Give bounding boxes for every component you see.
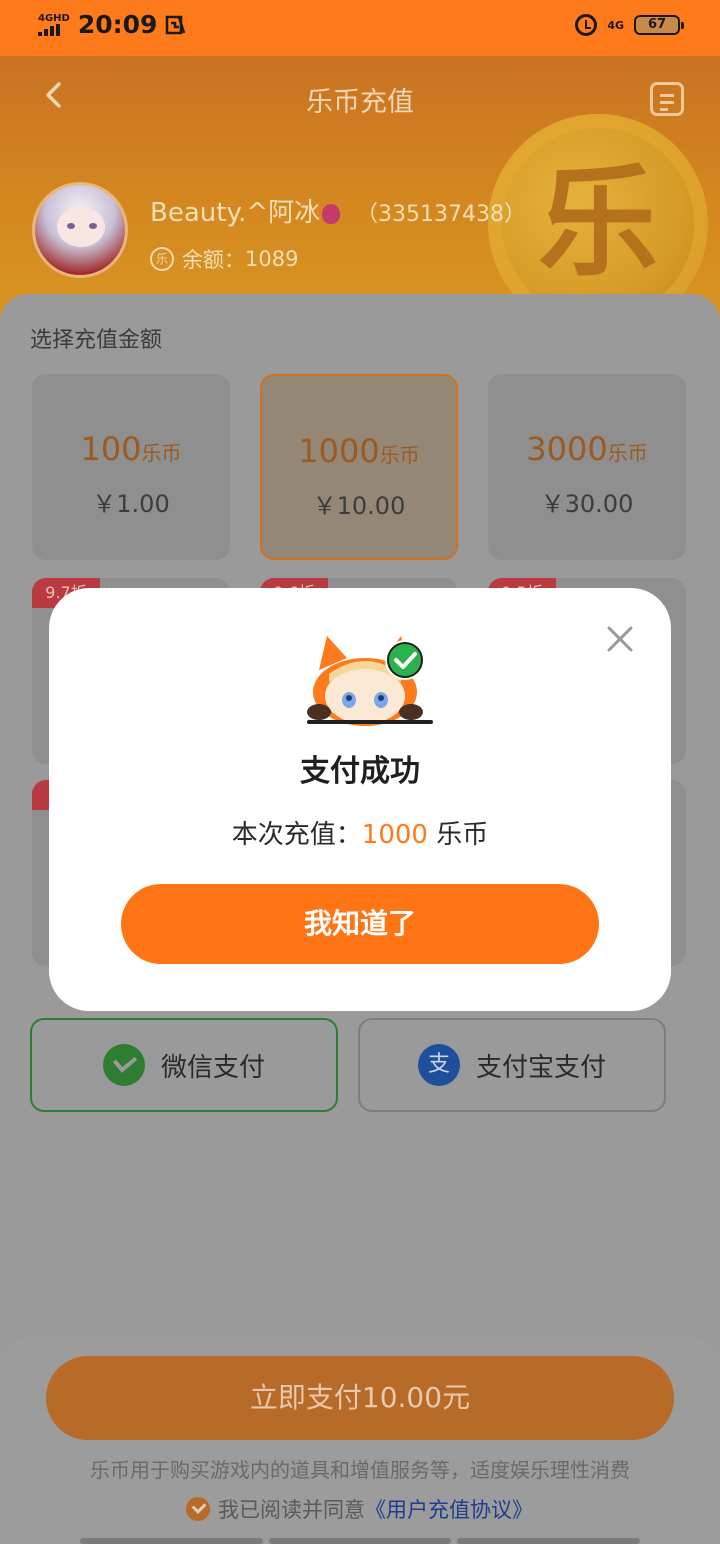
bottom-pay-bar: 立即支付10.00元 乐币用于购买游戏内的道具和增值服务等，适度娱乐理性消费 我… bbox=[0, 1338, 720, 1544]
mascot-success-icon bbox=[307, 636, 433, 726]
bottom-edge-shadow bbox=[80, 1538, 641, 1544]
status-left: 4GHD 20:09 bbox=[38, 10, 187, 39]
consumption-note: 乐币用于购买游戏内的道具和增值服务等，适度娱乐理性消费 bbox=[90, 1458, 630, 1482]
alarm-icon bbox=[575, 14, 598, 36]
dialog-message-amount: 1000 bbox=[361, 820, 428, 850]
balance-label: 余额： bbox=[182, 248, 245, 272]
user-id: （335137438） bbox=[356, 202, 526, 227]
wechat-pay-label: 微信支付 bbox=[160, 1052, 265, 1083]
balance-value: 1089 bbox=[245, 247, 299, 271]
dialog-title: 支付成功 bbox=[300, 754, 420, 789]
page-title: 乐币充值 bbox=[306, 87, 414, 118]
battery-icon: 67 bbox=[634, 15, 684, 35]
recharge-option-3000[interactable]: 3000乐币 ￥30.00 bbox=[488, 374, 686, 560]
wechat-pay-icon bbox=[102, 1044, 145, 1086]
option-price: ￥10.00 bbox=[312, 492, 406, 520]
option-price: ￥30.00 bbox=[540, 490, 634, 518]
option-amount: 100乐币 bbox=[80, 430, 182, 468]
agreement-link[interactable]: 《用户充值协议》 bbox=[365, 1494, 533, 1524]
records-icon[interactable] bbox=[650, 82, 684, 116]
coin-badge-icon: 乐 bbox=[150, 247, 174, 271]
balance-row: 乐 余额： 1089 bbox=[150, 244, 298, 274]
signal-bars-icon bbox=[38, 23, 70, 36]
status-bar: 4GHD 20:09 4G 67 bbox=[0, 0, 720, 56]
dialog-message-suffix: 乐币 bbox=[427, 820, 489, 850]
pay-now-button[interactable]: 立即支付10.00元 bbox=[46, 1356, 674, 1440]
recharge-option-100[interactable]: 100乐币 ￥1.00 bbox=[32, 374, 230, 560]
dialog-message-prefix: 本次充值： bbox=[231, 820, 362, 850]
username-text: Beauty.^阿冰 bbox=[150, 198, 321, 228]
agreement-row[interactable]: 我已阅读并同意 《用户充值协议》 bbox=[186, 1494, 533, 1524]
status-right: 4G 67 bbox=[575, 14, 684, 36]
section-title: 选择充值金额 bbox=[30, 328, 163, 353]
got-it-button[interactable]: 我知道了 bbox=[121, 884, 599, 964]
username: Beauty.^阿冰 bbox=[150, 192, 341, 229]
alipay-icon: 支 bbox=[417, 1044, 460, 1086]
option-amount: 1000乐币 bbox=[298, 432, 420, 470]
signal-indicator: 4GHD bbox=[38, 12, 70, 36]
avatar[interactable] bbox=[32, 182, 128, 278]
wechat-pay-option[interactable]: 微信支付 bbox=[30, 1018, 338, 1112]
payment-success-dialog: 支付成功 本次充值：1000 乐币 我知道了 bbox=[49, 588, 671, 1011]
network-type-right: 4G bbox=[607, 18, 624, 32]
agree-text: 我已阅读并同意 bbox=[218, 1498, 365, 1522]
dialog-message: 本次充值：1000 乐币 bbox=[49, 814, 671, 851]
alipay-label: 支付宝支付 bbox=[475, 1052, 606, 1083]
close-icon[interactable] bbox=[605, 624, 635, 654]
tulip-icon bbox=[322, 203, 341, 224]
option-amount: 3000乐币 bbox=[526, 430, 648, 468]
option-price: ￥1.00 bbox=[92, 490, 170, 518]
network-type: 4GHD bbox=[38, 12, 70, 24]
battery-level: 67 bbox=[647, 17, 667, 32]
agree-check-icon[interactable] bbox=[186, 1497, 210, 1521]
alipay-option[interactable]: 支 支付宝支付 bbox=[358, 1018, 666, 1112]
recharge-option-1000[interactable]: 1000乐币 ￥10.00 bbox=[260, 374, 458, 560]
clock: 20:09 bbox=[77, 10, 158, 39]
screenshot-icon bbox=[166, 15, 186, 34]
